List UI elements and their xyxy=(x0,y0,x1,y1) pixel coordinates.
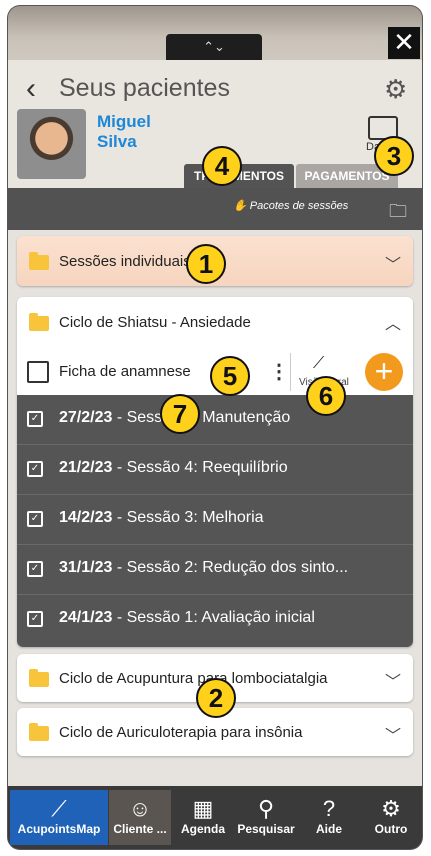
session-packages-button[interactable]: ✋ Pacotes de sessões xyxy=(233,199,348,212)
folder-icon xyxy=(29,669,49,687)
gear-icon[interactable]: ⚙ xyxy=(384,74,407,105)
chevron-down-icon: ﹀ xyxy=(384,728,401,745)
tab-label: Agenda xyxy=(180,822,225,836)
tab-search[interactable]: ⚲ Pesquisar xyxy=(235,790,297,845)
tab-label: Cliente ... xyxy=(113,822,167,836)
folder-label: Sessões individuais xyxy=(59,253,191,270)
session-date: 31/1/23 xyxy=(59,559,113,576)
search-icon: ⚲ xyxy=(257,796,275,821)
callout-badge-2: 2 xyxy=(196,678,236,718)
close-icon: ✕ xyxy=(393,27,415,57)
session-row[interactable]: ✓ 24/1/23 - Sessão 1: Avaliação inicial xyxy=(17,595,413,645)
session-row[interactable]: ✓ 27/2/23 - Sessão 5: Manutenção xyxy=(17,395,413,445)
folder-icon xyxy=(29,252,49,270)
folder-icon xyxy=(29,723,49,741)
tab-label: Outro xyxy=(374,822,408,836)
session-title: Sessão 2: Redução dos sinto... xyxy=(126,559,349,576)
patient-name[interactable]: Miguel Silva xyxy=(97,112,151,152)
session-title: Sessão 4: Reequilíbrio xyxy=(126,459,288,476)
callout-badge-3: 3 xyxy=(374,136,414,176)
folder-label: Ciclo de Acupuntura para lombociatalgia xyxy=(59,670,328,687)
divider xyxy=(290,353,291,391)
session-row[interactable]: ✓ 21/2/23 - Sessão 4: Reequilíbrio xyxy=(17,445,413,495)
add-folder-icon[interactable]: 🗀 xyxy=(389,199,407,229)
anamnesis-label[interactable]: Ficha de anamnese xyxy=(59,363,191,380)
session-row[interactable]: ✓ 14/2/23 - Sessão 3: Melhoria xyxy=(17,495,413,545)
add-session-button[interactable]: + xyxy=(365,353,403,391)
client-face-icon: ☺ xyxy=(128,796,152,821)
patient-last-name: Silva xyxy=(97,132,137,151)
folder-label: Ciclo de Auriculoterapia para insônia xyxy=(59,724,303,741)
handle-glyph: ⌃⌄ xyxy=(203,39,225,54)
help-icon: ? xyxy=(322,796,336,821)
session-date: 24/1/23 xyxy=(59,609,113,626)
session-date: 14/2/23 xyxy=(59,509,113,526)
tab-label: Pesquisar xyxy=(237,822,295,836)
expand-handle[interactable]: ⌃⌄ xyxy=(166,34,262,60)
more-options-icon[interactable]: ⋮ xyxy=(269,359,289,384)
bottom-tab-bar: ⟋ AcupointsMap ☺ Cliente ... ▦ Agenda ⚲ … xyxy=(8,786,422,849)
folder-label[interactable]: Ciclo de Shiatsu - Ansiedade xyxy=(59,314,251,331)
tab-help[interactable]: ? Aide xyxy=(298,790,360,845)
tab-acupointsmap[interactable]: ⟋ AcupointsMap xyxy=(10,790,108,845)
session-row[interactable]: ✓ 31/1/23 - Sessão 2: Redução dos sinto.… xyxy=(17,545,413,595)
callout-badge-1: 1 xyxy=(186,244,226,284)
packages-label: Pacotes de sessões xyxy=(249,200,349,212)
toolbar: ✋ Pacotes de sessões 🗀 xyxy=(8,188,422,230)
tab-label: AcupointsMap xyxy=(17,822,101,836)
session-list: ✓ 27/2/23 - Sessão 5: Manutenção ✓ 21/2/… xyxy=(17,395,413,647)
calendar-check-icon: ✓ xyxy=(27,611,43,627)
callout-badge-5: 5 xyxy=(210,356,250,396)
needle-icon: ⟋ xyxy=(51,796,67,821)
hand-icon: ✋ xyxy=(233,200,250,212)
patient-first-name: Miguel xyxy=(97,112,151,131)
chevron-down-icon: ﹀ xyxy=(384,674,401,691)
callout-badge-6: 6 xyxy=(306,376,346,416)
avatar[interactable] xyxy=(17,109,86,179)
clipboard-edit-icon xyxy=(27,361,49,383)
app-window: ⌃⌄ ✕ ‹ Seus pacientes ⚙ Miguel Silva Dad… xyxy=(8,6,422,849)
gear-icon: ⚙ xyxy=(381,796,401,821)
tab-label: Aide xyxy=(315,822,342,836)
chevron-up-icon[interactable]: ︿ xyxy=(385,310,401,334)
callout-badge-4: 4 xyxy=(202,146,242,186)
session-title: Sessão 5: Manutenção xyxy=(126,409,291,426)
calendar-check-icon: ✓ xyxy=(27,411,43,427)
graph-icon[interactable]: ⟋ xyxy=(313,355,324,373)
session-date: 21/2/23 xyxy=(59,459,113,476)
calendar-check-icon: ✓ xyxy=(27,461,43,477)
callout-badge-7: 7 xyxy=(160,394,200,434)
tab-agenda[interactable]: ▦ Agenda xyxy=(172,790,234,845)
back-button[interactable]: ‹ xyxy=(26,72,36,106)
session-date: 27/2/23 xyxy=(59,409,113,426)
page-title: Seus pacientes xyxy=(59,74,230,102)
session-title: Sessão 1: Avaliação inicial xyxy=(126,609,315,626)
folder-icon xyxy=(29,313,49,331)
calendar-icon: ▦ xyxy=(192,796,214,821)
tab-client[interactable]: ☺ Cliente ... xyxy=(109,790,171,845)
close-button[interactable]: ✕ xyxy=(388,27,420,59)
calendar-check-icon: ✓ xyxy=(27,511,43,527)
tab-other[interactable]: ⚙ Outro xyxy=(361,790,421,845)
session-title: Sessão 3: Melhoria xyxy=(126,509,264,526)
calendar-check-icon: ✓ xyxy=(27,561,43,577)
chevron-down-icon: ﹀ xyxy=(384,257,401,274)
folder-shiatsu-cycle: Ciclo de Shiatsu - Ansiedade ︿ Ficha de … xyxy=(17,297,413,647)
